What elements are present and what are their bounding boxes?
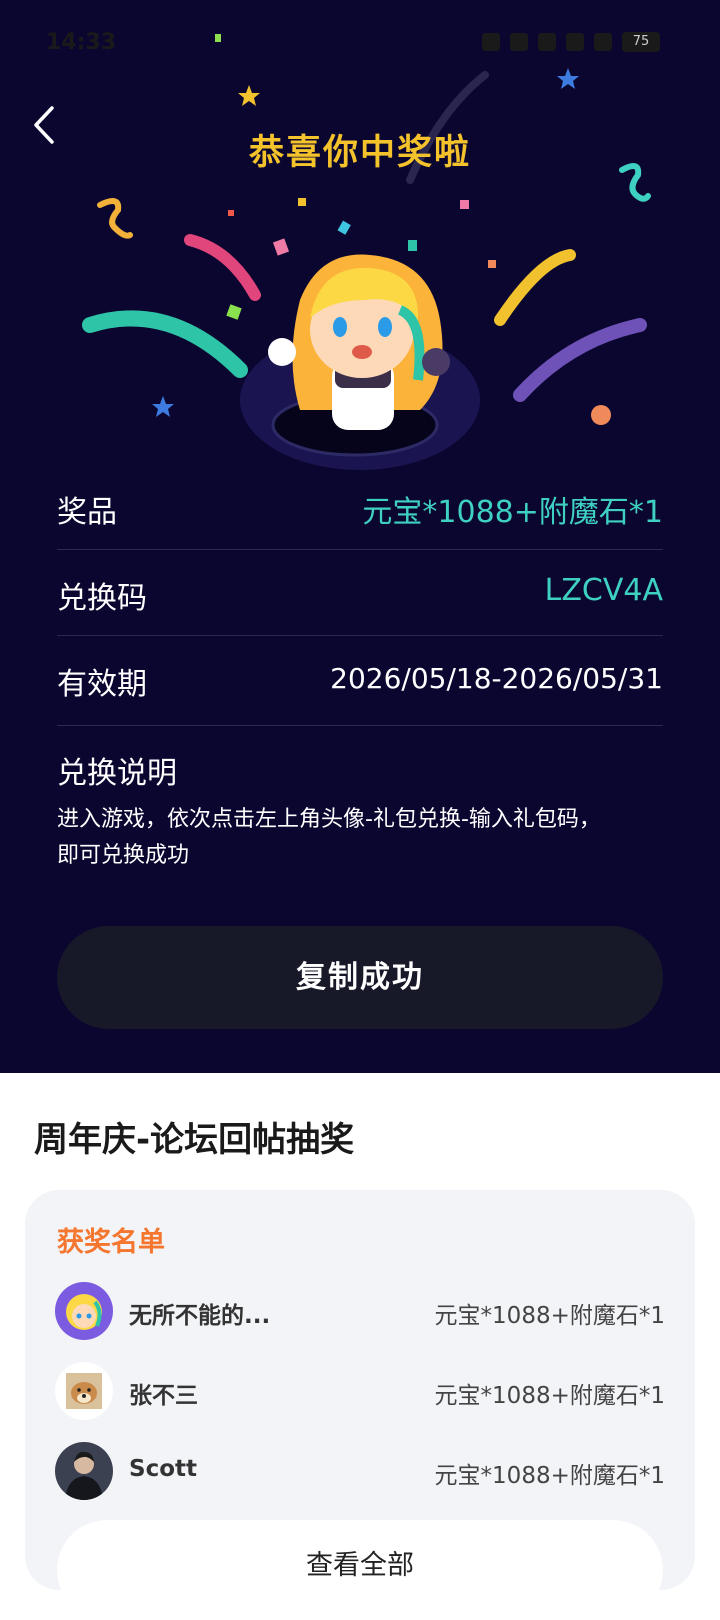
winner-row[interactable]: 张不三 元宝*1088+附魔石*1 — [55, 1362, 665, 1420]
instructions-text: 进入游戏，依次点击左上角头像-礼包兑换-输入礼包码， 即可兑换成功 — [57, 802, 657, 874]
winner-prize: 元宝*1088+附魔石*1 — [434, 1463, 665, 1489]
code-row: 兑换码 LZCV4A — [57, 549, 663, 636]
celebration-illustration — [82, 34, 651, 470]
notification-icon — [482, 33, 500, 51]
winner-prize: 元宝*1088+附魔石*1 — [434, 1303, 665, 1329]
code-label: 兑换码 — [57, 581, 147, 616]
prize-row: 奖品 元宝*1088+附魔石*1 — [57, 463, 663, 550]
copy-button[interactable]: 复制成功 — [57, 926, 663, 1029]
view-all-button[interactable]: 查看全部 — [57, 1520, 663, 1620]
prize-value: 元宝*1088+附魔石*1 — [362, 495, 663, 530]
instructions-line-1: 进入游戏，依次点击左上角头像-礼包兑换-输入礼包码， — [57, 807, 601, 832]
winner-row[interactable]: Scott 元宝*1088+附魔石*1 — [55, 1442, 665, 1500]
winner-name: 张不三 — [129, 1383, 198, 1409]
winner-prize: 元宝*1088+附魔石*1 — [434, 1383, 665, 1409]
avatar — [55, 1282, 113, 1340]
winners-card: 获奖名单 无所不能的... 元宝*1088+附魔石*1 张不三 元宝*1088+… — [25, 1190, 695, 1620]
avatar — [55, 1362, 113, 1420]
avatar — [55, 1442, 113, 1500]
winner-name: Scott — [129, 1456, 197, 1482]
battery-icon: 75 — [622, 32, 660, 52]
winner-name: 无所不能的... — [129, 1303, 271, 1329]
activity-title: 周年庆-论坛回帖抽奖 — [34, 1120, 355, 1160]
validity-row: 有效期 2026/05/18-2026/05/31 — [57, 635, 663, 726]
status-bar: 14:33 75 — [46, 30, 660, 60]
instructions-line-2: 即可兑换成功 — [57, 843, 190, 868]
status-time: 14:33 — [46, 30, 117, 55]
status-icons: 75 — [482, 32, 660, 52]
bluetooth-icon — [538, 33, 556, 51]
redeem-code[interactable]: LZCV4A — [545, 573, 663, 608]
validity-label: 有效期 — [57, 667, 147, 702]
page-title: 恭喜你中奖啦 — [248, 133, 471, 173]
prize-label: 奖品 — [57, 495, 117, 530]
wifi-icon — [566, 33, 584, 51]
alarm-icon — [510, 33, 528, 51]
signal-icon — [594, 33, 612, 51]
instructions-title: 兑换说明 — [57, 756, 177, 791]
winner-row[interactable]: 无所不能的... 元宝*1088+附魔石*1 — [55, 1282, 665, 1340]
prize-panel: 14:33 75 恭喜你中奖啦 奖品 元宝*1088+附魔石*1 兑换码 LZC… — [0, 0, 720, 1073]
validity-value: 2026/05/18-2026/05/31 — [330, 662, 663, 695]
winners-title: 获奖名单 — [57, 1227, 165, 1258]
